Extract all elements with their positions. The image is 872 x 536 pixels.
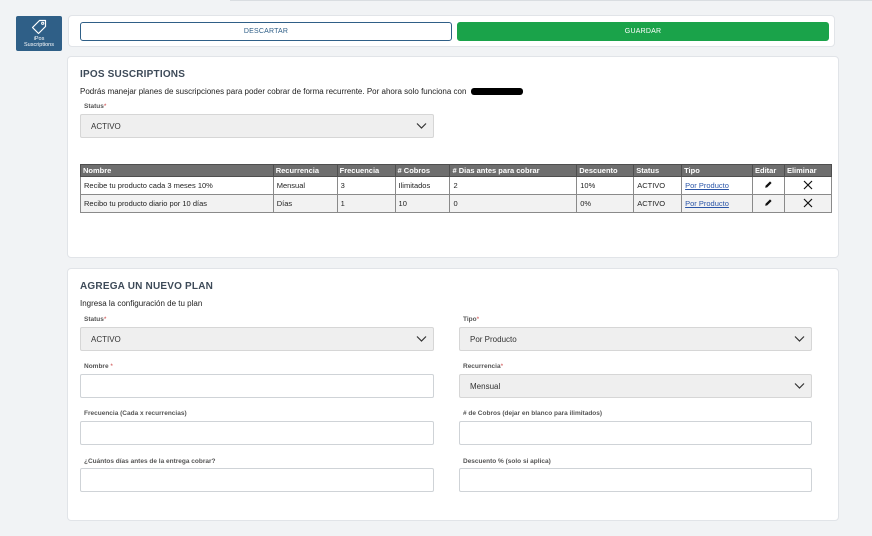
cell-cobros: 10 [394,194,451,213]
cell-tipo: Por Producto [681,194,753,213]
cell-recurrencia: Días [272,194,338,213]
col-header-cobros: # Cobros [394,164,451,177]
recurrencia-label-text: Recurrencia [463,363,501,370]
cell-frecuencia: 3 [336,176,396,195]
cell-nombre: Recibe tu producto cada 3 meses 10% [80,176,274,195]
close-icon[interactable] [803,180,813,190]
pencil-icon[interactable] [764,198,773,207]
recurrencia-select-value: Mensual [470,381,501,391]
nombre-input[interactable] [80,374,434,398]
table-row: Recibo tu producto diario por 10 días Dí… [80,194,833,213]
cobros-input[interactable] [459,421,812,445]
status-select[interactable]: ACTIVO [80,114,434,138]
actions-card: DESCARTAR GUARDAR [68,15,835,47]
cell-eliminar [783,194,833,213]
frecuencia-input[interactable] [80,421,434,445]
cell-descuento: 0% [576,194,635,213]
chevron-down-icon [794,336,805,342]
status-select-value: ACTIVO [91,334,121,344]
cell-cobros: Ilimitados [394,176,451,195]
chevron-down-icon [794,383,805,389]
status-label: Status* [84,103,106,110]
table-row: Recibe tu producto cada 3 meses 10% Mens… [80,176,833,195]
tag-icon [31,19,47,35]
status-select-value: ACTIVO [91,121,121,131]
col-header-nombre: Nombre [80,164,274,177]
status-label-text: Status [84,103,104,110]
required-mark: * [110,363,113,370]
save-button[interactable]: GUARDAR [457,22,829,41]
pencil-icon[interactable] [764,180,773,189]
col-header-frecuencia: Frecuencia [336,164,396,177]
col-header-dias: # Dias antes para cobrar [449,164,578,177]
required-mark: * [476,316,480,323]
required-mark: * [103,103,107,110]
cell-descuento: 10% [576,176,635,195]
descuento-input[interactable] [459,468,812,492]
cell-recurrencia: Mensual [272,176,338,195]
tipo-link[interactable]: Por Producto [685,199,729,208]
app-tile-ipos-suscriptions[interactable]: iPos Suscriptions [16,16,62,51]
new-plan-card: AGREGA UN NUEVO PLAN Ingresa la configur… [67,268,839,521]
cell-editar [752,194,785,213]
section-title: AGREGA UN NUEVO PLAN [80,281,214,292]
recurrencia-label: Recurrencia* [463,363,503,370]
dias-input[interactable] [80,468,434,492]
cell-dias: 0 [449,194,578,213]
cell-status: ACTIVO [633,194,683,213]
nombre-label-text: Nombre [84,363,111,370]
tipo-label-text: Tipo [463,316,477,323]
chevron-down-icon [416,336,427,342]
chevron-down-icon [416,123,427,129]
required-mark: * [500,363,504,370]
section-description: Ingresa la configuración de tu plan [80,299,203,308]
cell-nombre: Recibo tu producto diario por 10 días [80,194,274,213]
tipo-select[interactable]: Por Producto [459,327,812,351]
discard-button[interactable]: DESCARTAR [80,22,452,41]
plans-table: Nombre Recurrencia Frecuencia # Cobros #… [80,164,833,213]
section-title: IPOS SUSCRIPTIONS [80,69,186,80]
recurrencia-select[interactable]: Mensual [459,374,812,398]
section-description: Podrás manejar planes de suscripciones p… [80,87,523,96]
nombre-label: Nombre * [84,363,113,370]
cell-frecuencia: 1 [336,194,396,213]
status-label: Status* [84,316,106,323]
close-icon[interactable] [803,198,813,208]
app-tile-label-2: Suscriptions [24,42,54,48]
cell-status: ACTIVO [633,176,683,195]
cell-eliminar [783,176,833,195]
required-mark: * [103,316,107,323]
redacted-block [470,88,523,95]
tipo-link[interactable]: Por Producto [685,181,729,190]
tipo-label: Tipo* [463,316,479,323]
col-header-descuento: Descuento [576,164,635,177]
tipo-select-value: Por Producto [470,334,517,344]
descuento-label: Descuento % (solo si aplica) [463,458,551,465]
description-text: Podrás manejar planes de suscripciones p… [80,87,467,96]
col-header-eliminar: Eliminar [783,164,833,177]
frecuencia-label: Frecuencia (Cada x recurrencias) [84,410,187,417]
col-header-tipo: Tipo [681,164,753,177]
status-label-text: Status [84,316,104,323]
subscriptions-list-card: IPOS SUSCRIPTIONS Podrás manejar planes … [67,56,839,258]
col-header-recurrencia: Recurrencia [272,164,338,177]
top-divider [230,0,872,1]
cell-editar [752,176,785,195]
dias-label: ¿Cuántos días antes de la entrega cobrar… [84,458,216,465]
new-plan-status-select[interactable]: ACTIVO [80,327,434,351]
cell-dias: 2 [449,176,578,195]
col-header-status: Status [633,164,683,177]
col-header-editar: Editar [752,164,785,177]
cobros-label: # de Cobros (dejar en blanco para ilimit… [463,410,603,417]
table-header-row: Nombre Recurrencia Frecuencia # Cobros #… [80,164,833,177]
cell-tipo: Por Producto [681,176,753,195]
